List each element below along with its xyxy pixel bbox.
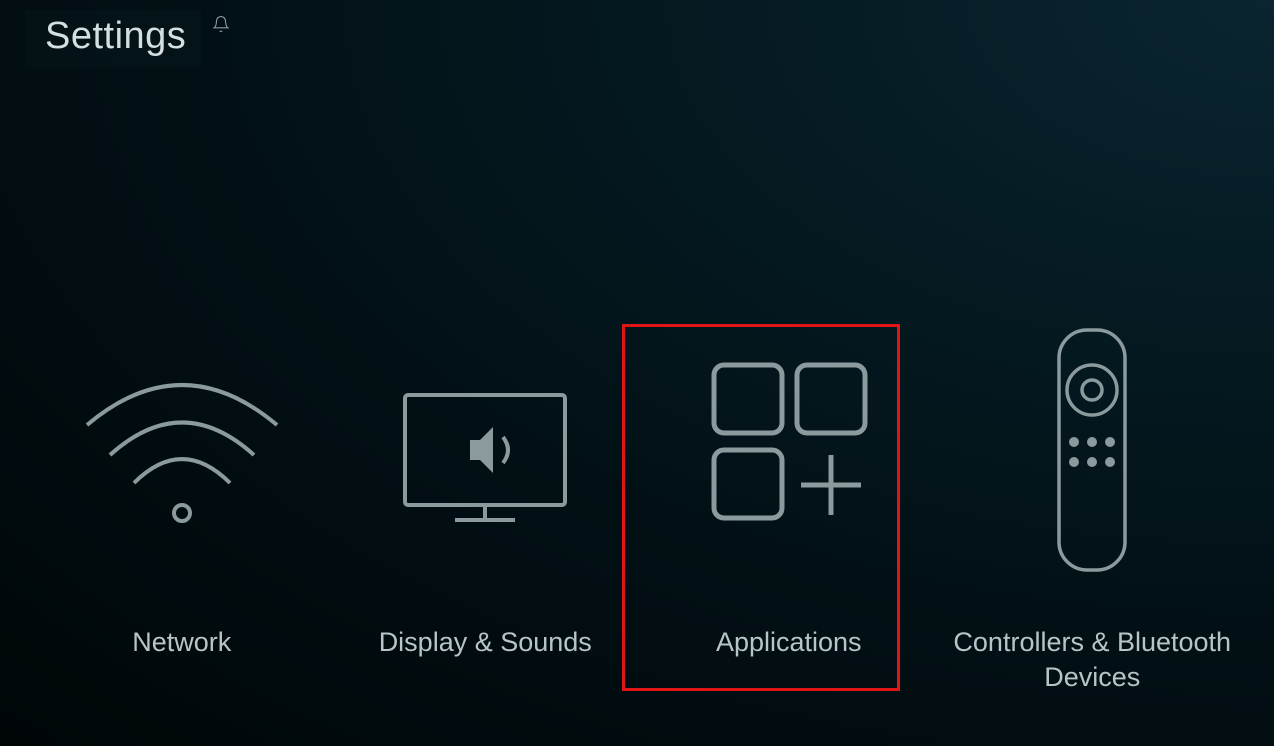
tile-label: Applications bbox=[716, 625, 862, 660]
tile-label: Network bbox=[132, 625, 231, 660]
wifi-icon bbox=[72, 325, 292, 575]
tile-label: Display & Sounds bbox=[379, 625, 592, 660]
apps-icon bbox=[689, 325, 889, 575]
settings-tile-applications[interactable]: Applications bbox=[649, 325, 929, 695]
settings-tile-display-sounds[interactable]: Display & Sounds bbox=[345, 325, 625, 695]
header: Settings bbox=[25, 10, 201, 68]
tile-label: Controllers & Bluetooth Devices bbox=[952, 625, 1232, 695]
settings-row: Network Display & Sounds Applications bbox=[0, 325, 1274, 695]
settings-tile-controllers[interactable]: Controllers & Bluetooth Devices bbox=[952, 325, 1232, 695]
notification-bell-icon[interactable] bbox=[212, 15, 230, 38]
page-title: Settings bbox=[25, 10, 201, 68]
remote-icon bbox=[1047, 325, 1137, 575]
settings-tile-network[interactable]: Network bbox=[42, 325, 322, 695]
display-sound-icon bbox=[385, 325, 585, 575]
